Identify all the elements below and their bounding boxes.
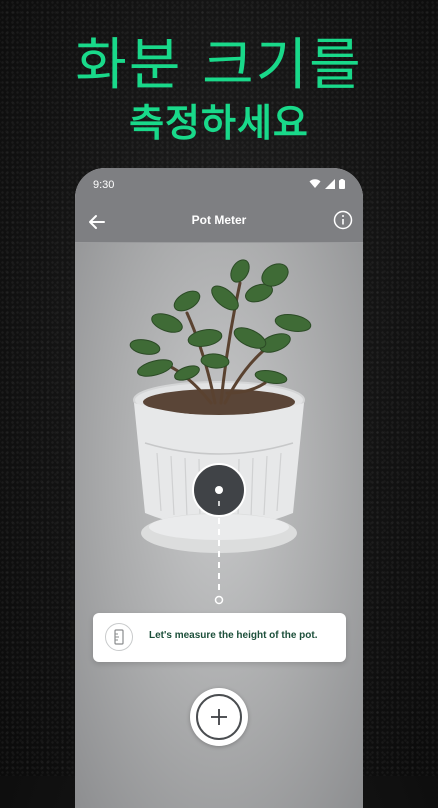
status-time: 9:30: [93, 179, 115, 191]
add-measurement-button[interactable]: [190, 688, 248, 746]
plus-icon: [211, 709, 227, 725]
info-icon[interactable]: [332, 209, 354, 231]
measurement-hint-card: Let's measure the height of the pot.: [93, 613, 346, 662]
app-bar: Pot Meter: [75, 202, 363, 243]
page-title: Pot Meter: [191, 213, 247, 227]
promo-headline-line2: 측정하세요: [129, 101, 309, 145]
battery-icon: [339, 179, 345, 189]
wifi-icon: [309, 179, 321, 188]
add-button-ring: [196, 694, 242, 740]
status-icons: [309, 179, 345, 189]
signal-icon: [325, 179, 335, 189]
promo-headline-line1: 화분 크기를: [75, 33, 363, 98]
ruler-icon: [105, 623, 133, 651]
status-bar: 9:30: [75, 168, 363, 202]
hint-text: Let's measure the height of the pot.: [149, 630, 318, 641]
